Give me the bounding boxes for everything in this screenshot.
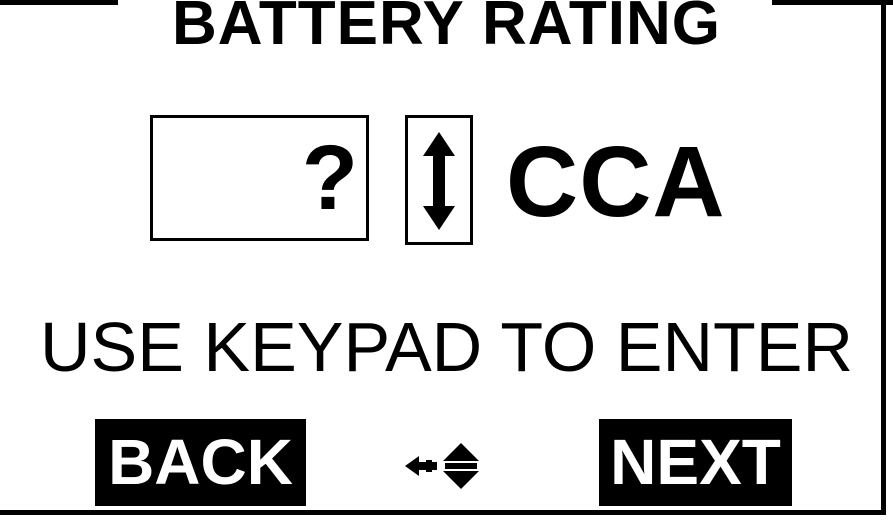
rating-input[interactable]: ?	[150, 115, 369, 241]
back-button[interactable]: BACK	[95, 419, 306, 506]
left-right-and-up-down-arrows-icon	[405, 443, 479, 489]
instruction-text: USE KEYPAD TO ENTER	[40, 308, 853, 386]
rating-value: ?	[301, 127, 358, 229]
navigation-icon	[403, 441, 485, 496]
unit-label: CCA	[506, 126, 726, 238]
up-down-arrow-icon	[423, 132, 455, 230]
next-button[interactable]: NEXT	[599, 419, 792, 506]
rating-stepper[interactable]	[405, 115, 473, 245]
page-title: BATTERY RATING	[171, 0, 722, 58]
